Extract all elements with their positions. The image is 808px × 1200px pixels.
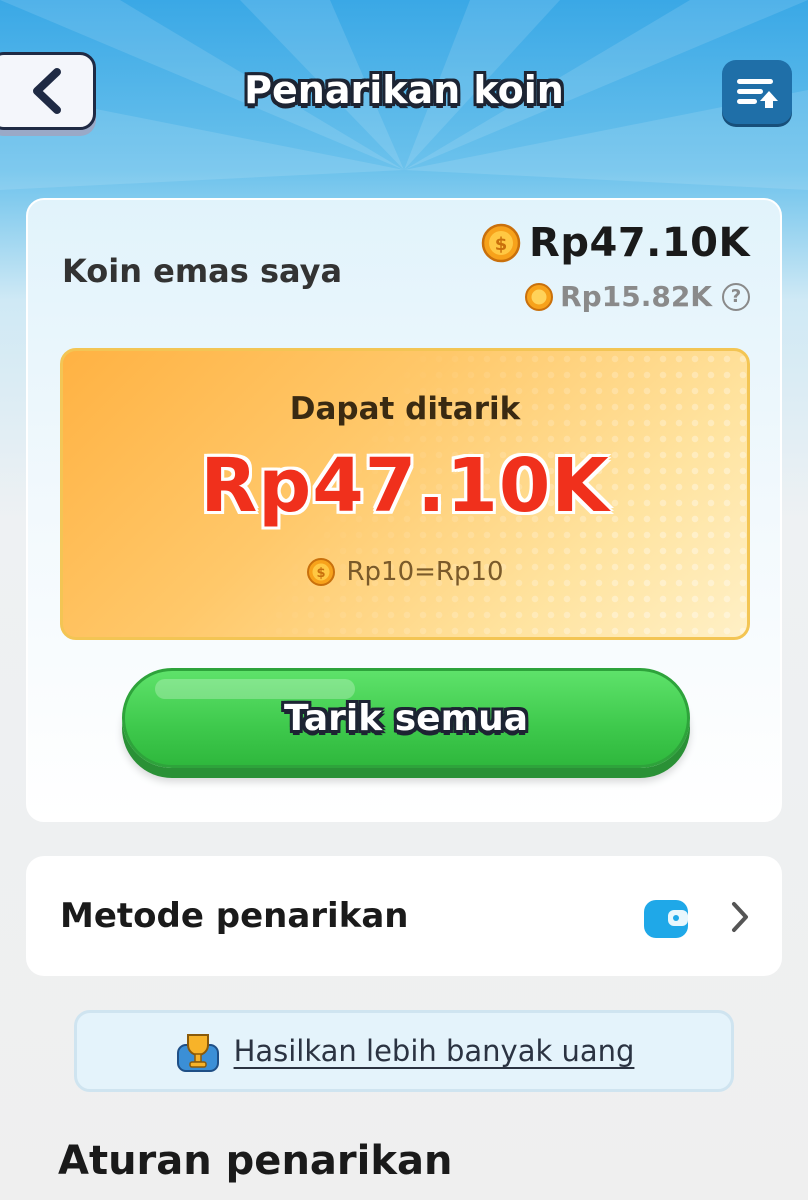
svg-text:$: $ xyxy=(317,566,326,581)
trophy-badge-icon xyxy=(176,1034,219,1072)
exchange-rate: $ Rp10=Rp10 xyxy=(63,557,747,587)
coin-balance-card: Koin emas saya $ Rp47.10K Rp15.82K ? Dap… xyxy=(26,198,782,822)
chevron-right-icon xyxy=(732,902,748,932)
withdrawal-rules-title: Aturan penarikan xyxy=(58,1138,453,1184)
exchange-rate-text: Rp10=Rp10 xyxy=(346,557,504,587)
button-gloss-decoration xyxy=(155,679,355,699)
withdrawal-method-row[interactable]: Metode penarikan xyxy=(26,856,782,976)
gold-coin-icon: $ xyxy=(481,223,521,263)
history-button[interactable] xyxy=(722,60,792,124)
earn-more-link[interactable]: Hasilkan lebih banyak uang xyxy=(234,1034,635,1068)
earn-more-link-box[interactable]: Hasilkan lebih banyak uang xyxy=(74,1010,734,1092)
withdrawable-amount: Rp47.10K xyxy=(200,443,610,529)
withdrawal-method-label: Metode penarikan xyxy=(60,896,409,936)
withdraw-history-icon xyxy=(737,79,778,108)
withdraw-all-label: Tarik semua xyxy=(283,697,529,739)
coin-balance-sub: Rp15.82K ? xyxy=(524,280,750,313)
my-coins-label: Koin emas saya xyxy=(62,252,343,290)
help-symbol: ? xyxy=(730,286,742,307)
help-icon[interactable]: ? xyxy=(722,282,750,311)
coin-balance-main: $ Rp47.10K xyxy=(481,220,750,266)
coin-balance-amount: Rp47.10K xyxy=(529,220,750,266)
gold-coin-icon: $ xyxy=(307,558,336,586)
coin-icon xyxy=(525,282,554,311)
withdrawable-label: Dapat ditarik xyxy=(289,391,521,427)
svg-text:$: $ xyxy=(495,234,508,255)
page-title: Penarikan koin xyxy=(244,68,564,112)
coin-balance-sub-amount: Rp15.82K xyxy=(560,280,712,313)
wallet-icon xyxy=(644,900,688,938)
withdrawable-panel: Dapat ditarik Rp47.10K $ Rp10=Rp10 xyxy=(60,348,750,640)
withdraw-all-button[interactable]: Tarik semua xyxy=(122,668,690,768)
